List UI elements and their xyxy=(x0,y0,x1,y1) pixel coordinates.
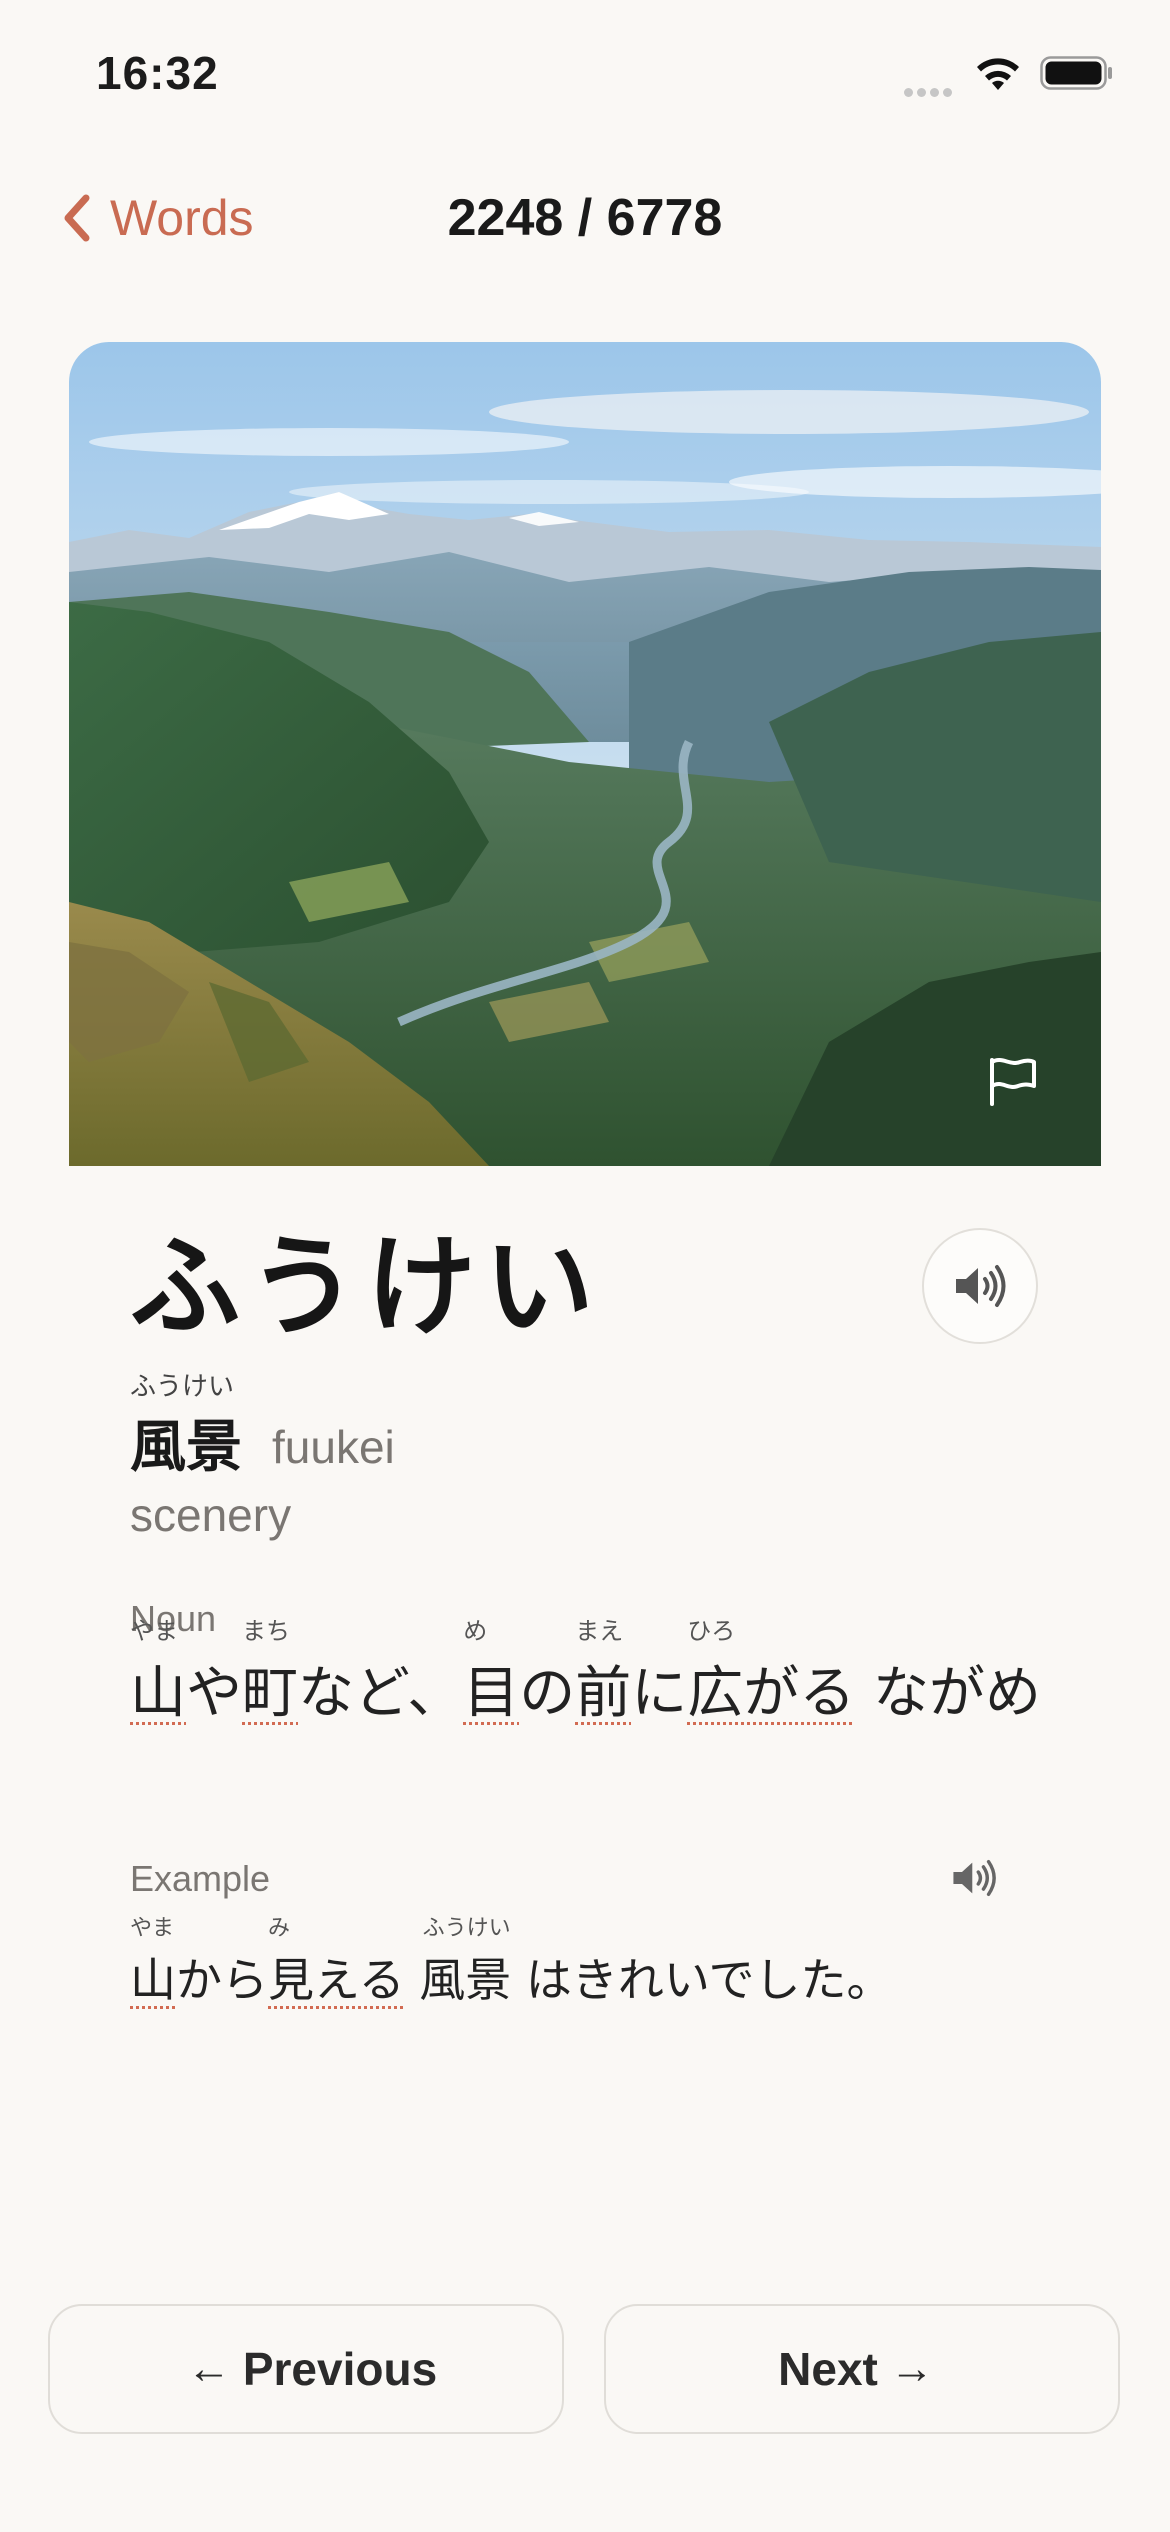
cellular-signal-icon xyxy=(904,84,956,102)
arrow-left-icon: ← xyxy=(186,2344,231,2393)
previous-label: Previous xyxy=(242,2343,438,2395)
word-illustration xyxy=(69,342,1101,1166)
furigana: やま xyxy=(130,1916,175,1941)
pronounce-example-button[interactable] xyxy=(950,1856,998,1900)
back-button[interactable]: Words xyxy=(62,186,254,250)
example-segment: ふうけい 風景 xyxy=(405,1916,511,2010)
wifi-icon xyxy=(977,58,1019,90)
furigana: まち xyxy=(242,1617,290,1645)
definition-segment: に xyxy=(631,1661,688,1726)
definition-segment[interactable]: まち町 xyxy=(242,1617,298,1729)
word-meaning: scenery xyxy=(130,1489,292,1541)
arrow-right-icon: → xyxy=(889,2344,934,2393)
example-sentence: やま 山からみ見える ふうけい 風景 はきれいでした。 xyxy=(130,1916,893,2010)
furigana: ひろ xyxy=(687,1617,736,1645)
furigana: ふうけい xyxy=(422,1916,511,1941)
definition-segment[interactable]: まえ前 xyxy=(575,1617,631,1729)
word-romaji: fuukei xyxy=(272,1421,395,1473)
definition-segment: や xyxy=(186,1661,242,1726)
chevron-left-icon xyxy=(64,194,90,242)
example-label: Example xyxy=(130,1858,271,1899)
example-segment[interactable]: やま山 xyxy=(130,1916,176,2010)
definition-segment: など、 xyxy=(298,1661,464,1726)
next-label: Next xyxy=(778,2343,878,2395)
example-segment[interactable]: み見える xyxy=(268,1916,405,2010)
word-kanji: 風景 xyxy=(130,1415,242,1478)
furigana: まえ xyxy=(575,1617,624,1645)
definition-segment[interactable]: やま山 xyxy=(130,1617,186,1729)
battery-icon xyxy=(1040,56,1112,90)
word-counter: 2248 / 6778 xyxy=(447,189,723,247)
status-bar: 16:32 xyxy=(0,0,1170,140)
previous-button[interactable]: ← Previous xyxy=(48,2304,564,2434)
example-segment: はきれいでした。 xyxy=(511,1953,893,2007)
definition-segment: ながめ xyxy=(855,1661,1042,1726)
definition-sentence: やま 山や まち 町など、め目の まえ 前に ひろ 広がる ながめ xyxy=(130,1617,1042,1729)
definition-segment[interactable]: ひろ 広がる xyxy=(687,1617,855,1729)
furigana: め xyxy=(463,1617,488,1645)
next-button[interactable]: Next → xyxy=(604,2304,1120,2434)
furigana: やま xyxy=(130,1617,178,1645)
word-kana: ふうけい xyxy=(130,1226,602,1349)
speaker-icon xyxy=(956,1265,1006,1307)
example-segment: から xyxy=(176,1953,268,2007)
report-flag-icon[interactable] xyxy=(982,1052,1042,1106)
definition-segment[interactable]: め目 xyxy=(463,1617,519,1729)
status-time: 16:32 xyxy=(96,47,219,99)
back-label: Words xyxy=(110,190,254,246)
kanji-furigana: ふうけい xyxy=(130,1371,235,1401)
definition-segment: の xyxy=(519,1661,576,1726)
furigana: み xyxy=(268,1916,291,1941)
pronounce-word-button[interactable] xyxy=(922,1228,1038,1344)
